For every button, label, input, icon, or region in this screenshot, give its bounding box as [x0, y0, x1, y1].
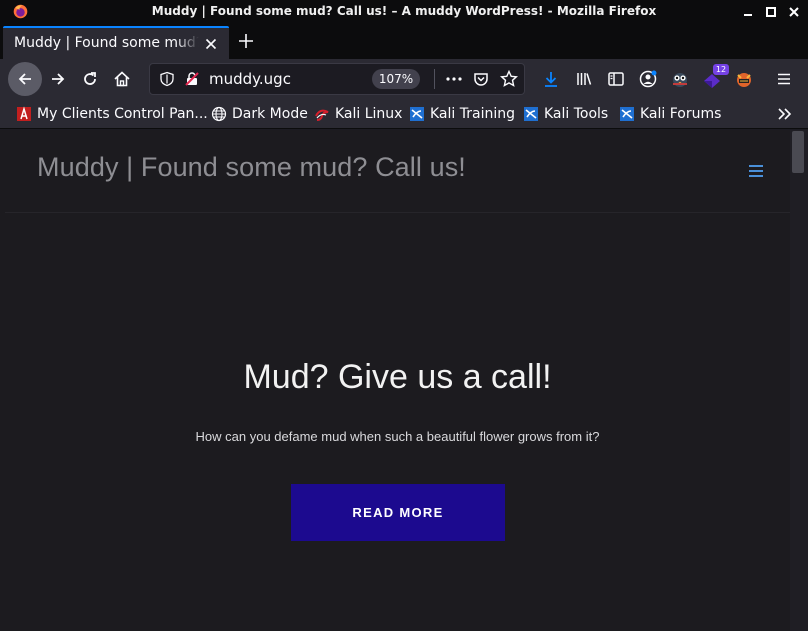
navigation-toolbar: muddy.ugc 107% — [0, 59, 808, 99]
bookmark-dark-mode[interactable]: Dark Mode — [211, 104, 308, 124]
bookmark-favicon — [16, 106, 32, 122]
back-button[interactable] — [8, 62, 42, 96]
sidebar-button[interactable] — [606, 69, 626, 89]
reload-button[interactable] — [80, 69, 100, 89]
scrollbar-thumb[interactable] — [792, 131, 804, 173]
site-title-link[interactable]: Muddy | Found some mud? Call us! — [37, 152, 466, 183]
page-actions-icon[interactable] — [445, 70, 463, 88]
site-header: Muddy | Found some mud? Call us! — [5, 130, 790, 213]
new-tab-icon[interactable] — [236, 31, 256, 51]
owl-extension-icon — [673, 73, 687, 87]
kali-icon — [523, 106, 539, 122]
bookmarks-toolbar: My Clients Control Pan... Dark Mode Kali… — [0, 99, 808, 129]
window-title: Muddy | Found some mud? Call us! – A mud… — [151, 4, 657, 18]
forward-arrow-icon — [52, 73, 65, 85]
library-icon — [577, 73, 592, 85]
account-icon — [639, 70, 657, 88]
extension-owl-button[interactable] — [670, 69, 690, 89]
kali-icon — [619, 106, 635, 122]
page-viewport: Muddy | Found some mud? Call us! Mud? Gi… — [0, 130, 790, 631]
tracking-shield-icon[interactable] — [159, 71, 175, 87]
bookmark-my-clients[interactable]: My Clients Control Pan... — [16, 104, 208, 124]
library-button[interactable] — [574, 69, 594, 89]
tab-muddy[interactable]: Muddy | Found some mud? C — [3, 26, 229, 59]
globe-icon — [211, 106, 227, 122]
zoom-level-badge[interactable]: 107% — [372, 69, 420, 89]
minimize-button[interactable] — [740, 4, 756, 20]
sidebar-icon — [608, 72, 624, 86]
pocket-icon[interactable] — [472, 70, 490, 88]
bookmark-kali-tools[interactable]: Kali Tools — [523, 104, 608, 124]
bookmark-label: Kali Forums — [640, 106, 722, 122]
hero-title: Mud? Give us a call! — [243, 358, 552, 396]
bookmark-star-icon[interactable] — [500, 70, 518, 88]
close-tab-icon[interactable] — [203, 36, 219, 52]
app-menu-button[interactable] — [774, 69, 794, 89]
chevron-right-double-icon[interactable] — [776, 105, 794, 123]
urlbar-divider — [434, 69, 435, 89]
page-scrollbar[interactable] — [790, 130, 808, 631]
insecure-lock-icon[interactable] — [184, 71, 200, 87]
url-text[interactable]: muddy.ugc — [209, 70, 291, 88]
home-button[interactable] — [112, 69, 132, 89]
bookmark-kali-linux[interactable]: Kali Linux — [314, 104, 402, 124]
extension-badge-count: 12 — [713, 64, 729, 75]
bookmark-label: My Clients Control Pan... — [37, 106, 208, 122]
kali-icon — [409, 106, 425, 122]
hamburger-menu-icon — [778, 73, 790, 85]
bookmark-label: Dark Mode — [232, 106, 308, 122]
window-titlebar: Muddy | Found some mud? Call us! – A mud… — [0, 0, 808, 24]
back-arrow-icon — [18, 73, 31, 85]
account-button[interactable] — [638, 69, 658, 89]
tab-title: Muddy | Found some mud? C — [14, 35, 199, 51]
bookmark-label: Kali Training — [430, 106, 515, 122]
bookmark-label: Kali Tools — [544, 106, 609, 122]
bookmark-kali-forums[interactable]: Kali Forums — [619, 104, 721, 124]
hero-subtitle: How can you defame mud when such a beaut… — [195, 429, 600, 444]
address-bar[interactable]: muddy.ugc 107% — [149, 63, 525, 95]
home-icon — [114, 71, 130, 87]
downloads-button[interactable] — [541, 69, 561, 89]
reload-icon — [84, 72, 96, 85]
download-icon — [545, 72, 557, 87]
menu-toggle-icon[interactable] — [749, 165, 763, 177]
forward-button[interactable] — [48, 69, 68, 89]
extension-wappalyzer-button[interactable] — [734, 69, 754, 89]
kali-icon — [314, 106, 330, 122]
close-window-button[interactable] — [786, 4, 802, 20]
tab-strip: Muddy | Found some mud? C — [0, 24, 808, 59]
read-more-button[interactable]: READ MORE — [291, 484, 505, 541]
bookmark-label: Kali Linux — [335, 106, 403, 122]
fox-extension-icon — [737, 73, 751, 87]
bookmark-kali-training[interactable]: Kali Training — [409, 104, 515, 124]
maximize-button[interactable] — [763, 4, 779, 20]
